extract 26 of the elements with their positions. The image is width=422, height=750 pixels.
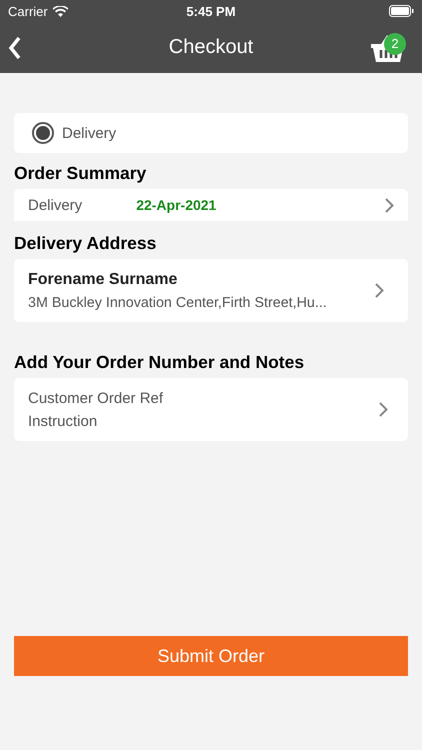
order-summary-row[interactable]: Delivery 22-Apr-2021 <box>14 189 408 221</box>
radio-button[interactable] <box>32 122 54 144</box>
recipient-name: Forename Surname <box>28 270 178 288</box>
section-heading: Order Summary <box>14 163 148 184</box>
wifi-icon <box>52 6 68 16</box>
address-text: 3M Buckley Innovation Center,Firth Street,Hu... <box>28 294 328 310</box>
carrier-label: Carrier <box>8 4 48 18</box>
option-label: Delivery <box>62 124 116 142</box>
delivery-label: Delivery <box>28 196 82 214</box>
delivery-option[interactable]: Delivery <box>14 113 408 153</box>
chevron-right-icon <box>375 283 384 298</box>
order-notes-row[interactable]: Customer Order Ref Instruction <box>14 378 408 441</box>
chevron-right-icon <box>385 198 394 212</box>
cart-count-badge: 2 <box>384 32 406 54</box>
screen-title: Checkout <box>168 36 254 59</box>
delivery-date: 22-Apr-2021 <box>136 197 218 213</box>
battery-icon <box>389 5 414 17</box>
section-heading: Add Your Order Number and Notes <box>14 352 306 373</box>
status-time: 5:45 PM <box>186 4 236 18</box>
notes-line: Customer Order Ref <box>28 390 164 406</box>
section-heading: Delivery Address <box>14 233 158 254</box>
chevron-right-icon <box>379 402 388 417</box>
address-row[interactable]: Forename Surname 3M Buckley Innovation Center,Firth Street,Hu... <box>14 259 408 322</box>
notes-line: Instruction <box>28 412 98 430</box>
back-button[interactable] <box>8 36 22 60</box>
back-icon <box>8 36 22 60</box>
